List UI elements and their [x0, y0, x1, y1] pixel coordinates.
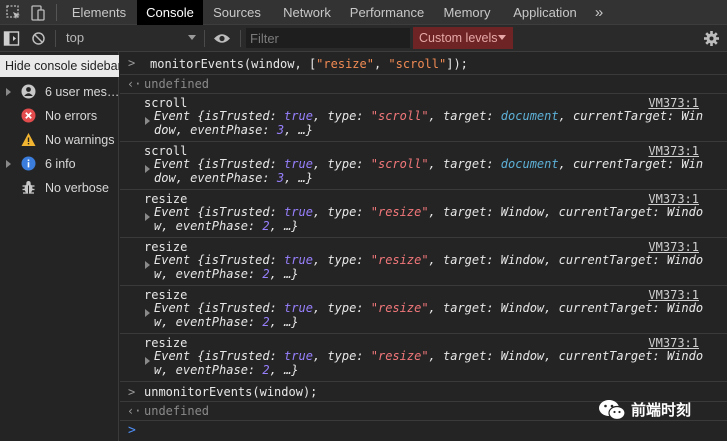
- console-toolbar: top Custom levels: [0, 25, 727, 52]
- console-output: > monitorEvents(window, ["resize", "scro…: [120, 52, 727, 441]
- expand-arrow-icon[interactable]: [6, 88, 11, 96]
- sidebar-item-label: No verbose: [45, 181, 109, 195]
- chevron-down-icon: [188, 35, 196, 40]
- event-object-summary-cont: w, eventPhase: 2, …}: [154, 267, 299, 281]
- console-prompt-row[interactable]: >: [120, 421, 727, 441]
- clear-console-icon[interactable]: [31, 31, 46, 46]
- custom-levels-dropdown[interactable]: Custom levels: [413, 27, 513, 49]
- expand-arrow-icon[interactable]: [6, 160, 11, 168]
- device-toolbar-icon[interactable]: [29, 4, 47, 22]
- toolbar-divider: [204, 30, 205, 47]
- sidebar-item-info[interactable]: 6 info: [0, 152, 119, 176]
- event-name: resize: [144, 240, 188, 254]
- info-icon: [21, 156, 36, 171]
- expand-arrow-icon[interactable]: [145, 117, 150, 125]
- prompt-caret-icon: >: [128, 423, 136, 438]
- expand-arrow-icon[interactable]: [145, 261, 150, 269]
- event-log-row: scroll VM373:1 Event {isTrusted: true, t…: [120, 94, 727, 142]
- tab-memory[interactable]: Memory: [436, 0, 498, 25]
- event-object-summary[interactable]: Event {isTrusted: true, type: "resize", …: [154, 253, 703, 267]
- sidebar-item-label: 6 info: [45, 157, 76, 171]
- event-object-summary-cont: dow, eventPhase: 3, …}: [154, 171, 313, 185]
- tab-divider: [56, 4, 57, 21]
- source-link[interactable]: VM373:1: [648, 288, 699, 302]
- wechat-logo-icon: [599, 400, 626, 421]
- user-icon: [21, 84, 36, 99]
- more-tabs-icon[interactable]: »: [589, 0, 609, 25]
- expand-arrow-icon[interactable]: [145, 309, 150, 317]
- event-object-summary[interactable]: Event {isTrusted: true, type: "scroll", …: [154, 157, 703, 171]
- verbose-icon: [22, 181, 35, 194]
- console-result-row: ‹· undefined: [120, 75, 727, 94]
- event-log-row: resize VM373:1 Event {isTrusted: true, t…: [120, 238, 727, 286]
- chevron-down-icon: [498, 35, 506, 40]
- event-log-row: resize VM373:1 Event {isTrusted: true, t…: [120, 334, 727, 382]
- gear-icon[interactable]: [703, 30, 720, 47]
- tab-elements[interactable]: Elements: [63, 0, 135, 25]
- tab-sources[interactable]: Sources: [207, 0, 267, 25]
- event-name: scroll: [144, 96, 188, 110]
- error-icon: [21, 108, 36, 123]
- event-object-summary-cont: w, eventPhase: 2, …}: [154, 315, 299, 329]
- return-arrow-icon: ‹·: [127, 77, 142, 91]
- toolbar-divider: [240, 30, 241, 47]
- command-text[interactable]: monitorEvents(window, ["resize", "scroll…: [150, 57, 468, 71]
- custom-levels-label: Custom levels: [419, 31, 498, 45]
- devtools-tabbar: Elements Console Sources Network Perform…: [0, 0, 727, 25]
- sidebar-item-label: No warnings: [45, 133, 115, 147]
- event-object-summary[interactable]: Event {isTrusted: true, type: "resize", …: [154, 301, 703, 315]
- console-input-row: > monitorEvents(window, ["resize", "scro…: [120, 52, 727, 75]
- source-link[interactable]: VM373:1: [648, 96, 699, 110]
- event-object-summary-cont: dow, eventPhase: 3, …}: [154, 123, 313, 137]
- sidebar-tooltip: Hide console sidebar: [0, 55, 119, 77]
- event-log-row: scroll VM373:1 Event {isTrusted: true, t…: [120, 142, 727, 190]
- source-link[interactable]: VM373:1: [648, 144, 699, 158]
- sidebar-item-label: 6 user mes…: [45, 85, 120, 99]
- sidebar-item-verbose[interactable]: No verbose: [0, 176, 119, 200]
- inspect-element-icon[interactable]: [5, 4, 23, 22]
- return-arrow-icon: ‹·: [127, 404, 142, 418]
- tab-performance[interactable]: Performance: [347, 0, 427, 25]
- event-log-row: resize VM373:1 Event {isTrusted: true, t…: [120, 286, 727, 334]
- tab-console[interactable]: Console: [137, 0, 203, 25]
- input-prompt-icon: >: [128, 56, 136, 70]
- live-expression-eye-icon[interactable]: [213, 32, 231, 45]
- sidebar-item-user-messages[interactable]: 6 user mes…: [0, 80, 119, 104]
- event-name: resize: [144, 336, 188, 350]
- sidebar-item-errors[interactable]: No errors: [0, 104, 119, 128]
- event-object-summary[interactable]: Event {isTrusted: true, type: "scroll", …: [154, 109, 703, 123]
- watermark: 前端时刻: [598, 395, 718, 423]
- event-object-summary[interactable]: Event {isTrusted: true, type: "resize", …: [154, 349, 703, 363]
- result-value: undefined: [144, 77, 210, 91]
- result-value: undefined: [144, 404, 210, 418]
- filter-input[interactable]: [246, 28, 410, 48]
- input-prompt-icon: >: [128, 385, 136, 399]
- console-sidebar: Hide console sidebar 6 user mes… No erro…: [0, 52, 119, 441]
- source-link[interactable]: VM373:1: [648, 240, 699, 254]
- source-link[interactable]: VM373:1: [648, 336, 699, 350]
- expand-arrow-icon[interactable]: [145, 165, 150, 173]
- event-log-row: resize VM373:1 Event {isTrusted: true, t…: [120, 190, 727, 238]
- watermark-text: 前端时刻: [631, 401, 692, 419]
- context-selector[interactable]: top: [66, 25, 84, 51]
- event-name: resize: [144, 288, 188, 302]
- event-name: resize: [144, 192, 188, 206]
- sidebar-item-warnings[interactable]: No warnings: [0, 128, 119, 152]
- source-link[interactable]: VM373:1: [648, 192, 699, 206]
- sidebar-toggle-icon[interactable]: [3, 30, 20, 47]
- command-text[interactable]: unmonitorEvents(window);: [144, 385, 317, 399]
- tab-application[interactable]: Application: [507, 0, 583, 25]
- warning-icon: [21, 133, 36, 146]
- sidebar-item-label: No errors: [45, 109, 98, 123]
- event-name: scroll: [144, 144, 188, 158]
- expand-arrow-icon[interactable]: [145, 357, 150, 365]
- event-object-summary-cont: w, eventPhase: 2, …}: [154, 219, 299, 233]
- toolbar-divider: [55, 30, 56, 47]
- tab-network[interactable]: Network: [276, 0, 338, 25]
- event-object-summary[interactable]: Event {isTrusted: true, type: "resize", …: [154, 205, 703, 219]
- event-object-summary-cont: w, eventPhase: 2, …}: [154, 363, 299, 377]
- expand-arrow-icon[interactable]: [145, 213, 150, 221]
